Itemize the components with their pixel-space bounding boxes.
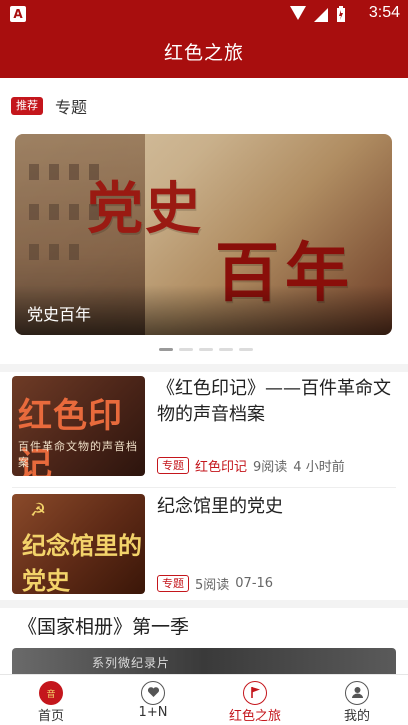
nav-mine[interactable]: 我的	[307, 675, 407, 725]
page-title: 红色之旅	[163, 42, 244, 64]
item-meta: 专题 5阅读 07-16	[157, 574, 273, 593]
thumbnail-title: 纪念馆里的党史	[22, 531, 142, 594]
carousel-dot[interactable]	[159, 348, 173, 351]
signal-icon	[290, 6, 306, 20]
party-emblem-icon: ☭	[30, 500, 47, 521]
status-bar: A 3:54	[0, 0, 408, 28]
nav-label: 首页	[37, 709, 64, 724]
carousel-indicator	[159, 348, 253, 351]
topic-chip: 专题	[157, 457, 189, 474]
flag-circle-icon	[243, 681, 267, 705]
section-title: 专题	[55, 98, 88, 117]
home-logo-icon: 音	[39, 681, 63, 705]
app-notification-icon: A	[10, 6, 26, 22]
user-circle-icon	[345, 681, 369, 705]
topic-chip: 专题	[157, 575, 189, 592]
read-count: 9阅读	[253, 460, 288, 475]
item-title: 《红色印记》——百件革命文物的声音档案	[157, 378, 391, 425]
column-name[interactable]: 红色印记	[195, 456, 247, 475]
system-icons	[290, 6, 346, 22]
list-item[interactable]: 红色印记 百件革命文物的声音档案 《红色印记》——百件革命文物的声音档案 专题 …	[0, 376, 408, 478]
item-separator	[12, 487, 396, 488]
item-thumbnail: 红色印记 百件革命文物的声音档案	[12, 376, 145, 476]
nav-red-journey[interactable]: 红色之旅	[205, 675, 305, 725]
list-item[interactable]: ☭ 纪念馆里的党史 纪念馆里的党史 专题 5阅读 07-16	[0, 494, 408, 594]
carousel-dot[interactable]	[219, 348, 233, 351]
svg-text:音: 音	[46, 688, 55, 700]
battery-icon	[337, 6, 345, 22]
carousel-dot[interactable]	[239, 348, 253, 351]
carousel-dot[interactable]	[199, 348, 213, 351]
read-count: 5阅读	[195, 578, 230, 593]
album-thumbnail-text: 系列微纪录片	[92, 656, 171, 670]
clock: 3:54	[368, 4, 400, 21]
topic-banner[interactable]: 党史 百年 党史百年	[15, 134, 392, 335]
item-meta: 专题 红色印记 9阅读 4 小时前	[157, 456, 345, 475]
nav-1n[interactable]: 1+N	[103, 675, 203, 725]
nav-label: 红色之旅	[228, 709, 281, 724]
nav-home[interactable]: 音 首页	[1, 675, 101, 725]
heart-circle-icon	[141, 681, 165, 705]
bottom-navigation: 音 首页 1+N 红色之旅 我的	[0, 674, 408, 725]
thumbnail-subtitle: 百件革命文物的声音档案	[18, 440, 138, 469]
app-header: 红色之旅	[0, 28, 408, 78]
section-divider	[0, 364, 408, 372]
recommend-tag: 推荐	[11, 97, 43, 115]
banner-art-text-1: 党史	[87, 176, 203, 242]
section-divider	[0, 600, 408, 608]
publish-time: 4 小时前	[293, 460, 345, 475]
wifi-icon	[314, 8, 328, 22]
publish-time: 07-16	[235, 576, 274, 591]
nav-label: 1+N	[138, 705, 168, 720]
banner-caption: 党史百年	[27, 305, 92, 324]
item-title: 纪念馆里的党史	[157, 496, 283, 517]
carousel-dot[interactable]	[179, 348, 193, 351]
album-title[interactable]: 《国家相册》第一季	[18, 612, 189, 639]
section-header: 推荐 专题	[11, 96, 88, 117]
item-thumbnail: ☭ 纪念馆里的党史	[12, 494, 145, 594]
nav-label: 我的	[343, 709, 370, 724]
